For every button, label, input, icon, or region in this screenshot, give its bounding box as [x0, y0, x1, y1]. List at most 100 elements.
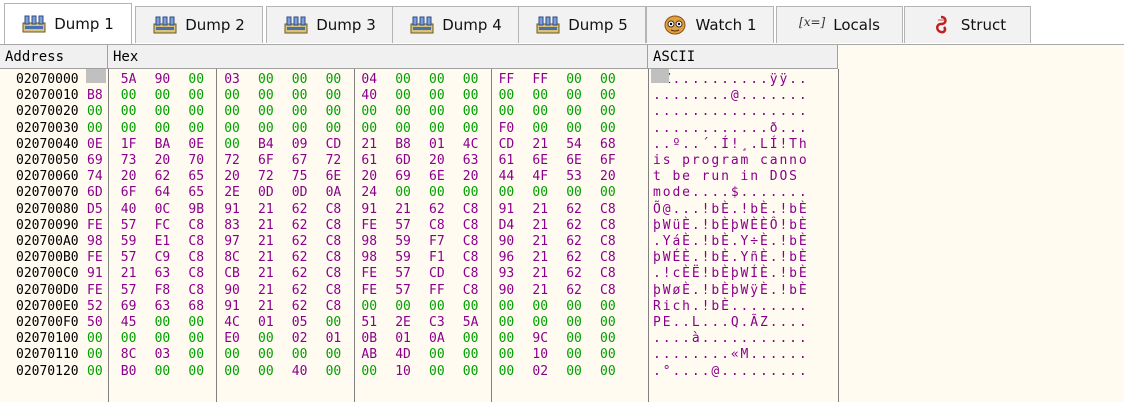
hex-byte[interactable]: 00	[463, 121, 481, 136]
hex-byte[interactable]: 20	[224, 169, 242, 184]
hex-byte[interactable]: 72	[258, 169, 276, 184]
hex-byte[interactable]: CD	[429, 266, 447, 281]
hex-byte[interactable]: 00	[292, 72, 310, 87]
hex-byte[interactable]: E1	[155, 234, 173, 249]
hex-byte[interactable]: 6F	[600, 153, 618, 168]
hex-byte[interactable]: C8	[600, 250, 618, 265]
dump-row[interactable]: 020700B0 FE 57 C9 C8 8C 21 62 C8 98 59 F1 C8 96 21 62 C8…	[0, 250, 838, 265]
hex-byte[interactable]: 62	[292, 218, 310, 233]
hex-byte[interactable]: 20	[463, 169, 481, 184]
hex-byte[interactable]: 8C	[224, 250, 242, 265]
dump-row[interactable]: 02070020 00 00 00 00 00 00 00 00 00 00 00 00 00 00 00 00…	[0, 104, 838, 119]
hex-byte[interactable]: 57	[395, 266, 413, 281]
hex-byte[interactable]: 6D	[87, 185, 105, 200]
hex-byte[interactable]: C8	[463, 283, 481, 298]
hex-byte[interactable]: 62	[292, 283, 310, 298]
hex-byte[interactable]: FE	[361, 283, 379, 298]
hex-byte[interactable]: 62	[566, 266, 584, 281]
hex-byte[interactable]: 00	[87, 104, 105, 119]
ascii-text[interactable]: ..º..´.Í!¸.LÍ!Th	[653, 137, 809, 152]
hex-byte[interactable]: 59	[395, 234, 413, 249]
hex-byte[interactable]: 21	[258, 266, 276, 281]
hex-byte[interactable]: 00	[121, 104, 139, 119]
hex-byte[interactable]: 00	[499, 88, 517, 103]
hex-byte[interactable]: 50	[87, 315, 105, 330]
hex-byte[interactable]: FE	[87, 283, 105, 298]
hex-byte[interactable]: 00	[566, 347, 584, 362]
hex-byte[interactable]: C3	[429, 315, 447, 330]
dump-row[interactable]: 02070110 00 8C 03 00 00 00 00 00 AB 4D 00 00 00 10 00 00…	[0, 347, 838, 362]
hex-byte[interactable]: 00	[499, 331, 517, 346]
hex-byte[interactable]: 45	[121, 315, 139, 330]
hex-byte[interactable]: 00	[600, 315, 618, 330]
hex-byte[interactable]: C9	[155, 250, 173, 265]
hex-byte[interactable]: 00	[188, 364, 206, 379]
hex-byte[interactable]: 54	[566, 137, 584, 152]
hex-byte[interactable]: F0	[499, 121, 517, 136]
hex-byte[interactable]: 0A	[326, 185, 344, 200]
hex-byte[interactable]: 10	[532, 347, 550, 362]
hex-byte[interactable]: C8	[326, 266, 344, 281]
hex-byte[interactable]: 62	[292, 202, 310, 217]
hex-byte[interactable]: 62	[566, 250, 584, 265]
hex-byte[interactable]: 00	[429, 88, 447, 103]
ascii-text[interactable]: t be run in DOS	[653, 169, 809, 184]
hex-byte[interactable]: 00	[258, 121, 276, 136]
hex-byte[interactable]: 73	[121, 153, 139, 168]
ascii-text[interactable]: .°....@.........	[653, 364, 809, 379]
hex-byte[interactable]: 00	[429, 121, 447, 136]
hex-byte[interactable]: 0B	[361, 331, 379, 346]
hex-byte[interactable]: FF	[532, 72, 550, 87]
hex-byte[interactable]: FE	[87, 250, 105, 265]
hex-byte[interactable]: 57	[121, 283, 139, 298]
hex-byte[interactable]: 00	[188, 72, 206, 87]
hex-byte[interactable]: 21	[258, 283, 276, 298]
hex-byte[interactable]: 00	[224, 364, 242, 379]
hex-byte[interactable]: 8C	[121, 347, 139, 362]
hex-byte[interactable]: 91	[87, 266, 105, 281]
hex-byte[interactable]: 20	[429, 153, 447, 168]
hex-byte[interactable]: CB	[224, 266, 242, 281]
hex-byte[interactable]: 0A	[429, 331, 447, 346]
hex-byte[interactable]: C8	[600, 283, 618, 298]
hex-byte[interactable]: 00	[532, 104, 550, 119]
hex-byte[interactable]: 00	[326, 315, 344, 330]
hex-byte[interactable]: 00	[361, 104, 379, 119]
hex-byte[interactable]: 40	[292, 364, 310, 379]
hex-byte[interactable]: 21	[532, 250, 550, 265]
hex-byte[interactable]: 57	[121, 218, 139, 233]
hex-byte[interactable]: 61	[499, 153, 517, 168]
hex-byte[interactable]: 00	[532, 121, 550, 136]
ascii-text[interactable]: ....à...........	[653, 331, 809, 346]
ascii-text[interactable]: Rich.!bÈ........	[653, 299, 809, 314]
hex-byte[interactable]: C8	[188, 250, 206, 265]
hex-byte[interactable]: 00	[395, 88, 413, 103]
dump-row[interactable]: 020700C0 91 21 63 C8 CB 21 62 C8 FE 57 CD C8 93 21 62 C8…	[0, 266, 838, 281]
hex-byte[interactable]: 21	[258, 218, 276, 233]
hex-byte[interactable]: 97	[224, 234, 242, 249]
hex-byte[interactable]: 00	[258, 104, 276, 119]
hex-byte[interactable]: C8	[600, 218, 618, 233]
hex-byte[interactable]: 69	[395, 169, 413, 184]
hex-byte[interactable]: 00	[566, 331, 584, 346]
hex-byte[interactable]: 00	[600, 185, 618, 200]
hex-byte[interactable]: FF	[429, 283, 447, 298]
hex-byte[interactable]: 00	[463, 364, 481, 379]
tab-struct[interactable]: Struct	[904, 6, 1031, 43]
hex-byte[interactable]: 00	[463, 104, 481, 119]
hex-byte[interactable]: 00	[121, 331, 139, 346]
ascii-text[interactable]: mode....$.......	[653, 185, 809, 200]
hex-byte[interactable]: 00	[499, 185, 517, 200]
hex-byte[interactable]: 03	[155, 347, 173, 362]
hex-byte[interactable]: 24	[361, 185, 379, 200]
dump-row[interactable]: 02070040 0E 1F BA 0E 00 B4 09 CD 21 B8 01 4C CD 21 54 68…	[0, 137, 838, 152]
hex-byte[interactable]: 74	[87, 169, 105, 184]
hex-byte[interactable]: 00	[463, 72, 481, 87]
hex-byte[interactable]: 00	[121, 88, 139, 103]
hex-byte[interactable]: 00	[224, 104, 242, 119]
hex-byte[interactable]: 00	[155, 121, 173, 136]
hex-byte[interactable]: 21	[258, 234, 276, 249]
hex-byte[interactable]: 62	[566, 283, 584, 298]
hex-byte[interactable]: 00	[429, 347, 447, 362]
hex-byte[interactable]: 00	[292, 104, 310, 119]
